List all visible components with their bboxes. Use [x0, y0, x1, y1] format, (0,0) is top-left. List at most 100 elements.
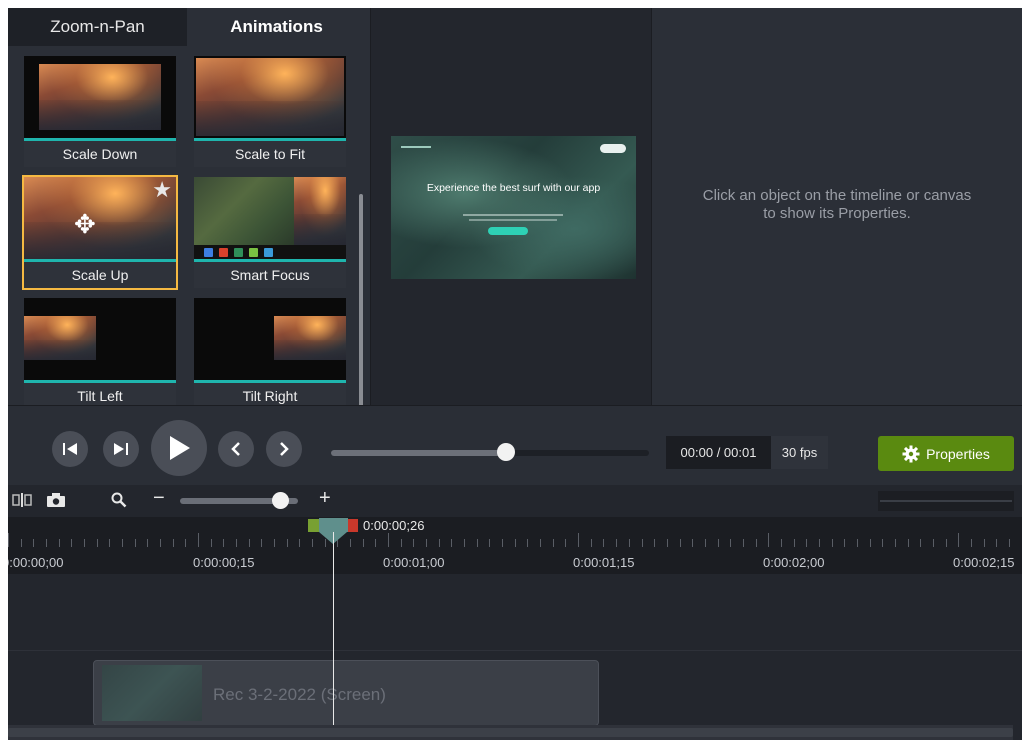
scrubber-knob[interactable] [496, 443, 515, 461]
step-back-button[interactable] [52, 431, 88, 467]
zoom-knob[interactable] [272, 492, 290, 509]
animation-preview [194, 298, 346, 380]
panel-scrollbar[interactable] [356, 46, 366, 408]
animation-tilt-left[interactable]: Tilt Left [24, 298, 176, 405]
properties-button[interactable]: Properties [878, 436, 1014, 471]
ruler-tick [362, 539, 364, 547]
ruler-tick [388, 533, 390, 547]
ruler-tick [970, 539, 972, 547]
ruler-tick [869, 539, 871, 547]
ruler-tick [476, 539, 478, 547]
playback-bar: 00:00 / 00:01 30 fps Properties [8, 405, 1022, 485]
ruler-tick [641, 539, 643, 547]
playhead-time: 0:00:00;26 [363, 518, 425, 533]
canvas-video-frame[interactable]: Experience the best surf with our app [391, 136, 636, 279]
scrollbar-thumb[interactable] [359, 194, 363, 408]
ruler-tick [920, 539, 922, 547]
canvas-cta-button [488, 227, 528, 235]
timeline-toolbar: − + [8, 485, 1022, 517]
ruler-tick [958, 533, 960, 547]
scrubber-fill [331, 450, 506, 456]
ruler-label: 0:00:01;15 [573, 555, 635, 570]
properties-panel: Click an object on the timeline or canva… [654, 8, 1022, 405]
zoom-out-button[interactable]: − [153, 488, 165, 508]
ruler-tick [704, 539, 706, 547]
camera-icon[interactable] [46, 492, 66, 513]
ruler-tick [134, 539, 136, 547]
ruler-tick [945, 539, 947, 547]
ruler-tick [540, 539, 542, 547]
ruler-tick [261, 539, 263, 547]
ruler-label: 0:00:00;15 [193, 555, 255, 570]
ruler-tick [198, 533, 200, 547]
playhead-handle[interactable] [319, 518, 348, 532]
animation-scale-down[interactable]: Scale Down [24, 56, 176, 167]
timeline-tracks[interactable]: Rec 3-2-2022 (Screen) [8, 574, 1022, 740]
ruler-label: 0:00:01;00 [383, 555, 445, 570]
previous-button[interactable] [218, 431, 254, 467]
ruler-tick [464, 539, 466, 547]
media-clip[interactable]: Rec 3-2-2022 (Screen) [93, 660, 599, 726]
ruler-tick [527, 539, 529, 547]
animation-grid: Scale Down Scale to Fit ★ ✥ Scale Up Sma… [8, 46, 358, 405]
gear-icon [902, 445, 920, 462]
ruler-tick [692, 539, 694, 547]
ruler-tick [172, 539, 174, 547]
search-icon[interactable] [111, 492, 127, 513]
ruler-tick [856, 539, 858, 547]
ruler-tick [616, 539, 618, 547]
timeline-scrollbar-thumb[interactable] [8, 728, 1013, 737]
animation-label: Scale to Fit [194, 141, 346, 167]
out-point-marker[interactable] [348, 519, 358, 532]
animation-smart-focus[interactable]: Smart Focus [194, 177, 346, 288]
ruler-tick [603, 539, 605, 547]
app-window: Zoom-n-Pan Animations Scale Down Scale t… [8, 8, 1022, 740]
timeline-scrollbar[interactable] [8, 725, 1013, 740]
ruler-tick [58, 539, 60, 547]
ruler-tick [793, 539, 795, 547]
ruler-tick [312, 539, 314, 547]
ruler-tick [983, 539, 985, 547]
fps-display[interactable]: 30 fps [771, 436, 828, 469]
ruler-tick [20, 539, 22, 547]
timeline-ruler[interactable]: 0:00:00;26 0:00:00;00 0:00:00;15 0:00:01… [8, 517, 1022, 574]
playback-scrubber[interactable] [331, 450, 649, 456]
ruler-tick [274, 539, 276, 547]
ruler-tick [236, 539, 238, 547]
chevron-right-icon [280, 442, 289, 456]
ruler-tick [818, 539, 820, 547]
step-back-icon [63, 443, 77, 455]
tab-animations[interactable]: Animations [187, 8, 366, 46]
animations-panel: Zoom-n-Pan Animations Scale Down Scale t… [8, 8, 366, 408]
ruler-tick [780, 539, 782, 547]
ruler-tick [451, 539, 453, 547]
ruler-tick [400, 539, 402, 547]
ruler-tick [223, 539, 225, 547]
animation-scale-up[interactable]: ★ ✥ Scale Up [22, 175, 178, 290]
timeline-overview[interactable] [878, 491, 1014, 511]
clip-label: Rec 3-2-2022 (Screen) [213, 685, 386, 704]
ruler-tick [122, 539, 124, 547]
properties-hint: Click an object on the timeline or canva… [702, 187, 972, 222]
animation-tilt-right[interactable]: Tilt Right [194, 298, 346, 405]
step-forward-button[interactable] [103, 431, 139, 467]
ruler-tick [426, 539, 428, 547]
tab-zoom-n-pan[interactable]: Zoom-n-Pan [8, 8, 187, 46]
star-icon[interactable]: ★ [152, 179, 172, 201]
canvas-headline: Experience the best surf with our app [426, 182, 601, 194]
next-button[interactable] [266, 431, 302, 467]
animation-scale-to-fit[interactable]: Scale to Fit [194, 56, 346, 167]
ruler-tick [628, 539, 630, 547]
ruler-tick [248, 539, 250, 547]
ruler-tick [907, 539, 909, 547]
playhead-line[interactable] [333, 532, 334, 725]
canvas[interactable]: Experience the best surf with our app [370, 8, 652, 405]
zoom-in-button[interactable]: + [319, 488, 331, 508]
time-display: 00:00 / 00:01 [666, 436, 771, 469]
properties-button-label: Properties [926, 445, 990, 462]
play-button[interactable] [151, 420, 207, 476]
animation-preview [194, 177, 346, 259]
split-icon[interactable] [12, 492, 32, 513]
ruler-tick [299, 539, 301, 547]
ruler-tick [768, 533, 770, 547]
